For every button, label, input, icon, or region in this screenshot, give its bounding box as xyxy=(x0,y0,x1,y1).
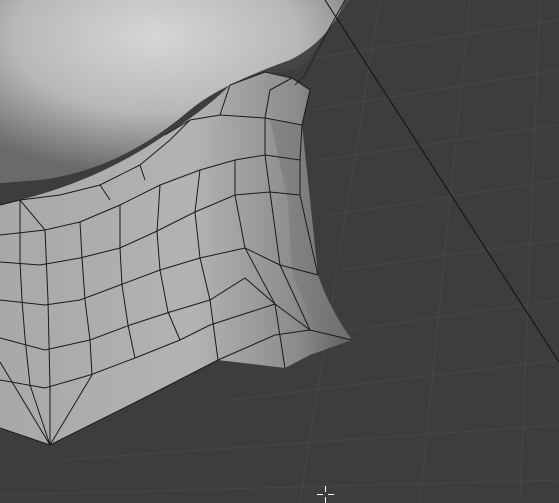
3d-viewport[interactable] xyxy=(0,0,559,501)
crosshair-cursor-icon xyxy=(317,486,334,503)
